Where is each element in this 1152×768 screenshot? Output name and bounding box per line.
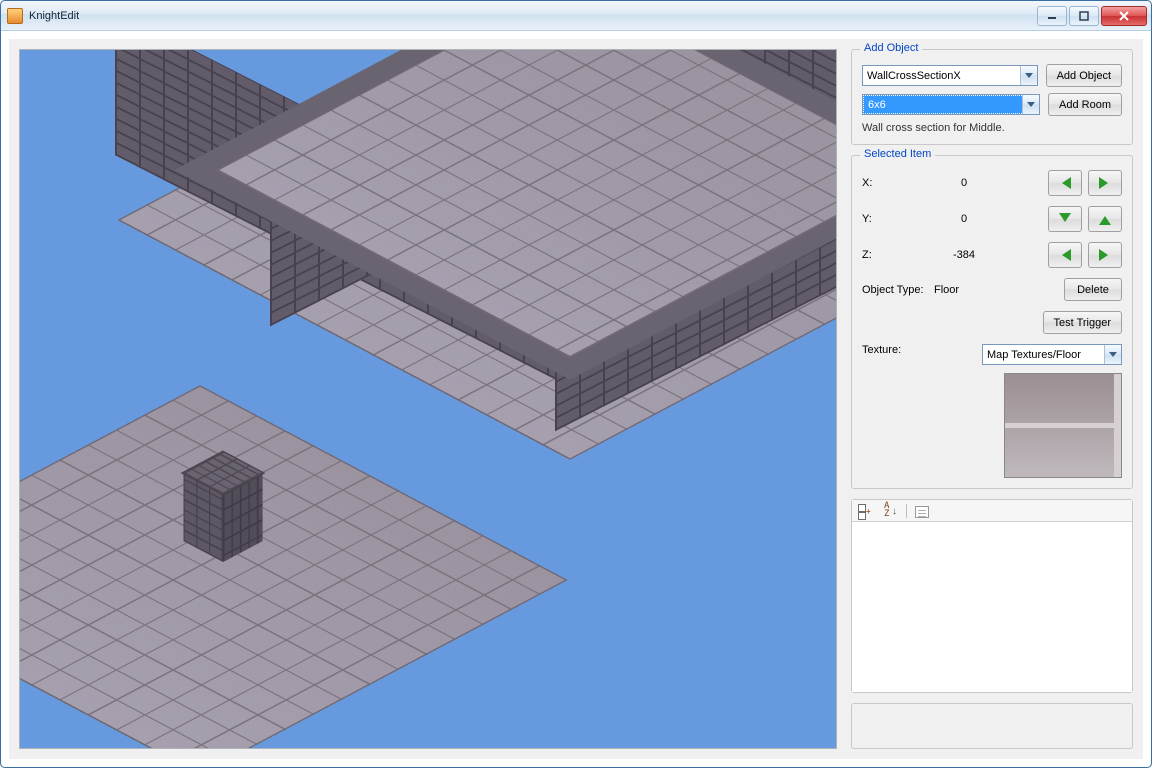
- delete-button[interactable]: Delete: [1064, 278, 1122, 301]
- object-type-combo[interactable]: WallCrossSectionX: [862, 65, 1038, 86]
- groupbox-add-object: Add Object WallCrossSectionX Add Object …: [851, 49, 1133, 145]
- groupbox-legend: Add Object: [860, 42, 922, 54]
- maximize-button[interactable]: [1069, 6, 1099, 26]
- groupbox-legend: Selected Item: [860, 148, 935, 160]
- x-increase-button[interactable]: [1088, 170, 1122, 196]
- property-description: [851, 703, 1133, 749]
- arrow-right-icon: [1099, 177, 1114, 189]
- combo-value: WallCrossSectionX: [867, 70, 1020, 82]
- property-pages-icon[interactable]: [915, 506, 929, 518]
- texture-combo[interactable]: Map Textures/Floor: [982, 344, 1122, 365]
- chevron-down-icon: [1104, 345, 1121, 364]
- categorized-icon[interactable]: +: [858, 503, 874, 519]
- value-y: 0: [934, 213, 994, 225]
- value-object-type: Floor: [934, 284, 994, 296]
- viewport-3d[interactable]: [19, 49, 837, 749]
- z-increase-button[interactable]: [1088, 242, 1122, 268]
- z-decrease-button[interactable]: [1048, 242, 1082, 268]
- chevron-down-icon: [1020, 66, 1037, 85]
- label-z: Z:: [862, 249, 934, 261]
- titlebar[interactable]: KnightEdit: [1, 1, 1151, 31]
- app-window: KnightEdit: [0, 0, 1152, 768]
- close-button[interactable]: [1101, 6, 1147, 26]
- side-panel: Add Object WallCrossSectionX Add Object …: [851, 49, 1133, 749]
- window-title: KnightEdit: [29, 10, 79, 22]
- add-room-button[interactable]: Add Room: [1048, 93, 1122, 116]
- property-grid-toolbar: + ↓: [852, 500, 1132, 522]
- groupbox-selected-item: Selected Item X: 0 Y: 0: [851, 155, 1133, 489]
- x-decrease-button[interactable]: [1048, 170, 1082, 196]
- label-y: Y:: [862, 213, 934, 225]
- combo-value: Map Textures/Floor: [987, 349, 1104, 361]
- label-x: X:: [862, 177, 934, 189]
- texture-preview: [1004, 373, 1122, 478]
- property-list[interactable]: [852, 522, 1132, 692]
- y-increase-button[interactable]: [1088, 206, 1122, 232]
- app-icon: [7, 8, 23, 24]
- value-x: 0: [934, 177, 994, 189]
- arrow-up-icon: [1099, 210, 1111, 225]
- room-size-combo[interactable]: 6x6: [862, 94, 1040, 115]
- label-object-type: Object Type:: [862, 284, 934, 296]
- arrow-right-icon: [1099, 249, 1114, 261]
- combo-value: 6x6: [863, 95, 1022, 114]
- property-grid[interactable]: + ↓: [851, 499, 1133, 693]
- arrow-left-icon: [1056, 177, 1071, 189]
- test-trigger-button[interactable]: Test Trigger: [1043, 311, 1122, 334]
- minimize-button[interactable]: [1037, 6, 1067, 26]
- add-object-button[interactable]: Add Object: [1046, 64, 1122, 87]
- alphabetical-icon[interactable]: ↓: [882, 503, 898, 519]
- arrow-left-icon: [1056, 249, 1071, 261]
- arrow-down-icon: [1059, 213, 1071, 228]
- floor-small: [19, 385, 568, 749]
- client-area: Add Object WallCrossSectionX Add Object …: [9, 39, 1143, 759]
- chevron-down-icon: [1022, 95, 1039, 114]
- y-decrease-button[interactable]: [1048, 206, 1082, 232]
- add-object-hint: Wall cross section for Middle.: [862, 122, 1122, 134]
- label-texture: Texture:: [862, 344, 934, 356]
- value-z: -384: [934, 249, 994, 261]
